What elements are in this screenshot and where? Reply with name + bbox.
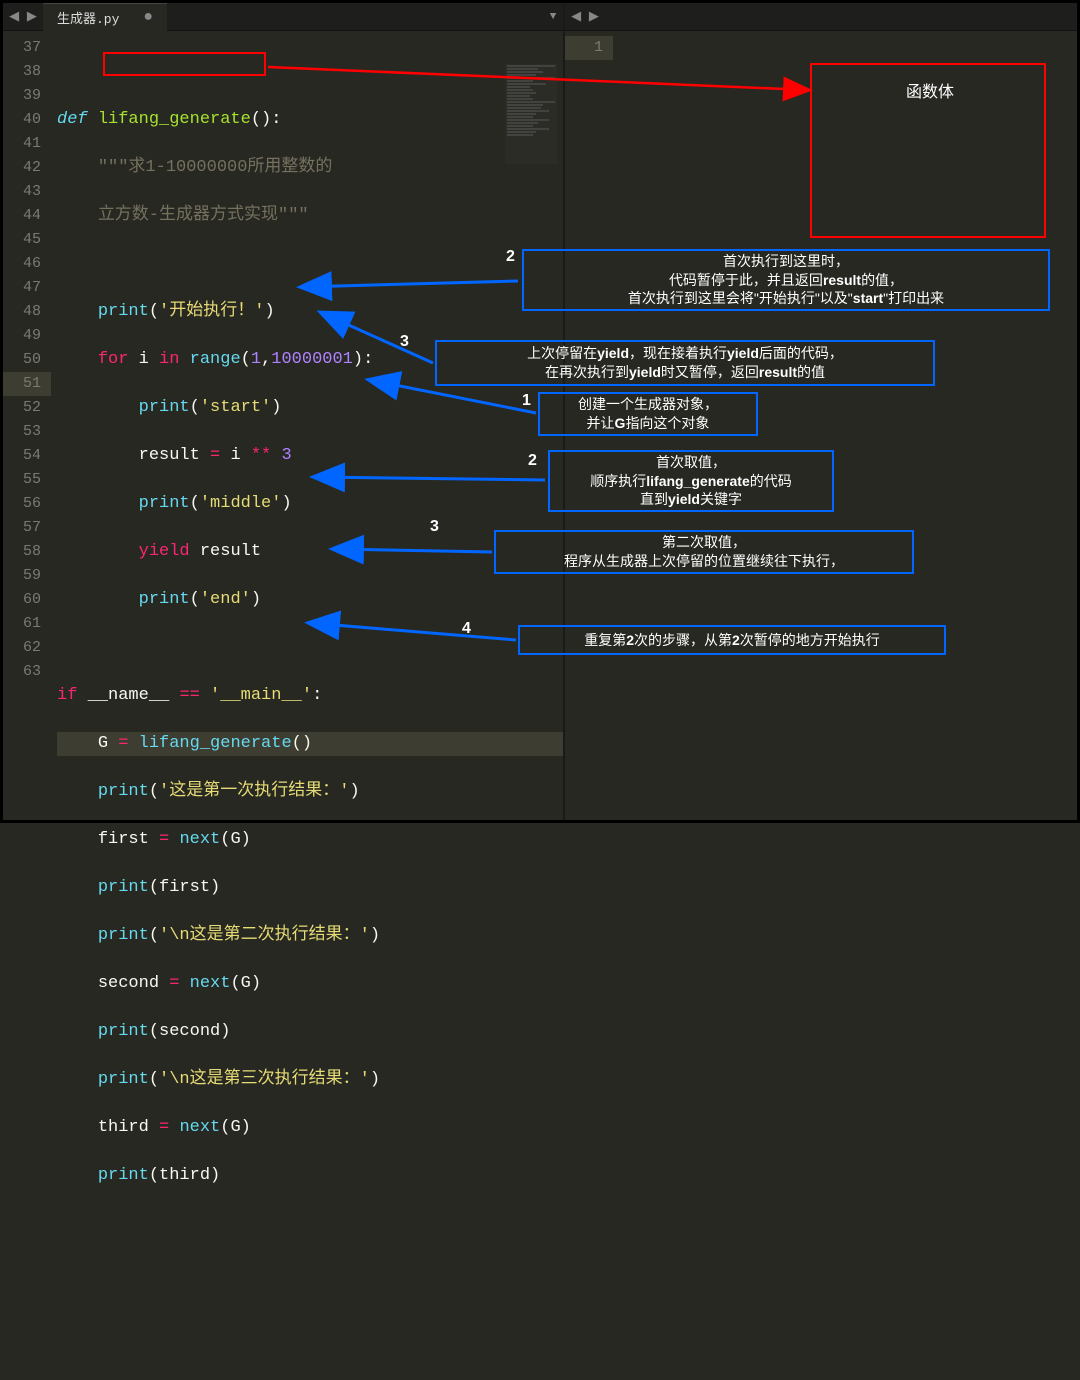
- code-line: yield result: [57, 540, 563, 564]
- code-line: [57, 1308, 563, 1332]
- code-line: [57, 252, 563, 276]
- code-line: print('end'): [57, 588, 563, 612]
- tab-nav-left[interactable]: ◀ ▶: [3, 9, 43, 24]
- ln: 38: [23, 63, 41, 80]
- ln: 44: [23, 207, 41, 224]
- code-line: print('开始执行！'): [57, 300, 563, 324]
- code-line: first = next(G): [57, 828, 563, 852]
- ln: 59: [23, 567, 41, 584]
- code-line: print(third): [57, 1164, 563, 1188]
- ln: 56: [23, 495, 41, 512]
- ln: 48: [23, 303, 41, 320]
- code-line: """求1-10000000所用整数的: [57, 156, 563, 180]
- ln: 60: [23, 591, 41, 608]
- tab-bar-right: ◀ ▶: [565, 3, 1077, 31]
- tab-label: 生成器.py: [57, 8, 119, 27]
- editor-container: ◀ ▶ 生成器.py ● ▼ 37 38 39 40 41 42 43 44 4…: [0, 0, 1080, 823]
- code-line: for i in range(1,10000001):: [57, 348, 563, 372]
- code-line: print(second): [57, 1020, 563, 1044]
- code-line: 立方数-生成器方式实现""": [57, 204, 563, 228]
- ln: 63: [23, 663, 41, 680]
- left-pane: ◀ ▶ 生成器.py ● ▼ 37 38 39 40 41 42 43 44 4…: [3, 3, 565, 820]
- ln: 50: [23, 351, 41, 368]
- code-line: print(first): [57, 876, 563, 900]
- ln: 61: [23, 615, 41, 632]
- right-pane: ◀ ▶ 1: [565, 3, 1077, 820]
- right-gutter: 1: [565, 31, 613, 820]
- gutter: 37 38 39 40 41 42 43 44 45 46 47 48 49 5…: [3, 31, 51, 820]
- code-line: print('这是第一次执行结果：'): [57, 780, 563, 804]
- ln: 1: [565, 36, 613, 60]
- ln: 47: [23, 279, 41, 296]
- code-line: [57, 1260, 563, 1284]
- code-line: print('\n这是第二次执行结果：'): [57, 924, 563, 948]
- code-line: def lifang_generate():: [57, 108, 563, 132]
- code-line: print('start'): [57, 396, 563, 420]
- ln: 45: [23, 231, 41, 248]
- ln: 54: [23, 447, 41, 464]
- ln: 57: [23, 519, 41, 536]
- code-line: second = next(G): [57, 972, 563, 996]
- code-line: third = next(G): [57, 1116, 563, 1140]
- code-line: [57, 636, 563, 660]
- code-line: print('middle'): [57, 492, 563, 516]
- code-line: result = i ** 3: [57, 444, 563, 468]
- dirty-indicator-icon: ●: [143, 9, 153, 25]
- ln: 41: [23, 135, 41, 152]
- ln: 55: [23, 471, 41, 488]
- right-code-area[interactable]: 1: [565, 31, 1077, 820]
- code-body[interactable]: def lifang_generate(): """求1-10000000所用整…: [51, 31, 563, 820]
- tab-dropdown-icon[interactable]: ▼: [543, 11, 563, 23]
- ln: 46: [23, 255, 41, 272]
- code-area[interactable]: 37 38 39 40 41 42 43 44 45 46 47 48 49 5…: [3, 31, 563, 820]
- ln: 37: [23, 39, 41, 56]
- ln: 52: [23, 399, 41, 416]
- ln: 58: [23, 543, 41, 560]
- code-line: print('\n这是第三次执行结果：'): [57, 1068, 563, 1092]
- tab-bar-left: ◀ ▶ 生成器.py ● ▼: [3, 3, 563, 31]
- code-line: [57, 1212, 563, 1236]
- ln: 51: [3, 372, 51, 396]
- ln: 39: [23, 87, 41, 104]
- ln: 62: [23, 639, 41, 656]
- ln: 53: [23, 423, 41, 440]
- ln: 49: [23, 327, 41, 344]
- ln: 43: [23, 183, 41, 200]
- tab-file[interactable]: 生成器.py ●: [43, 3, 167, 31]
- ln: 42: [23, 159, 41, 176]
- code-line: G = lifang_generate(): [57, 732, 563, 756]
- ln: 40: [23, 111, 41, 128]
- tab-nav-right[interactable]: ◀ ▶: [565, 9, 605, 24]
- minimap[interactable]: [505, 64, 557, 164]
- code-line: [57, 60, 563, 84]
- code-line: if __name__ == '__main__':: [57, 684, 563, 708]
